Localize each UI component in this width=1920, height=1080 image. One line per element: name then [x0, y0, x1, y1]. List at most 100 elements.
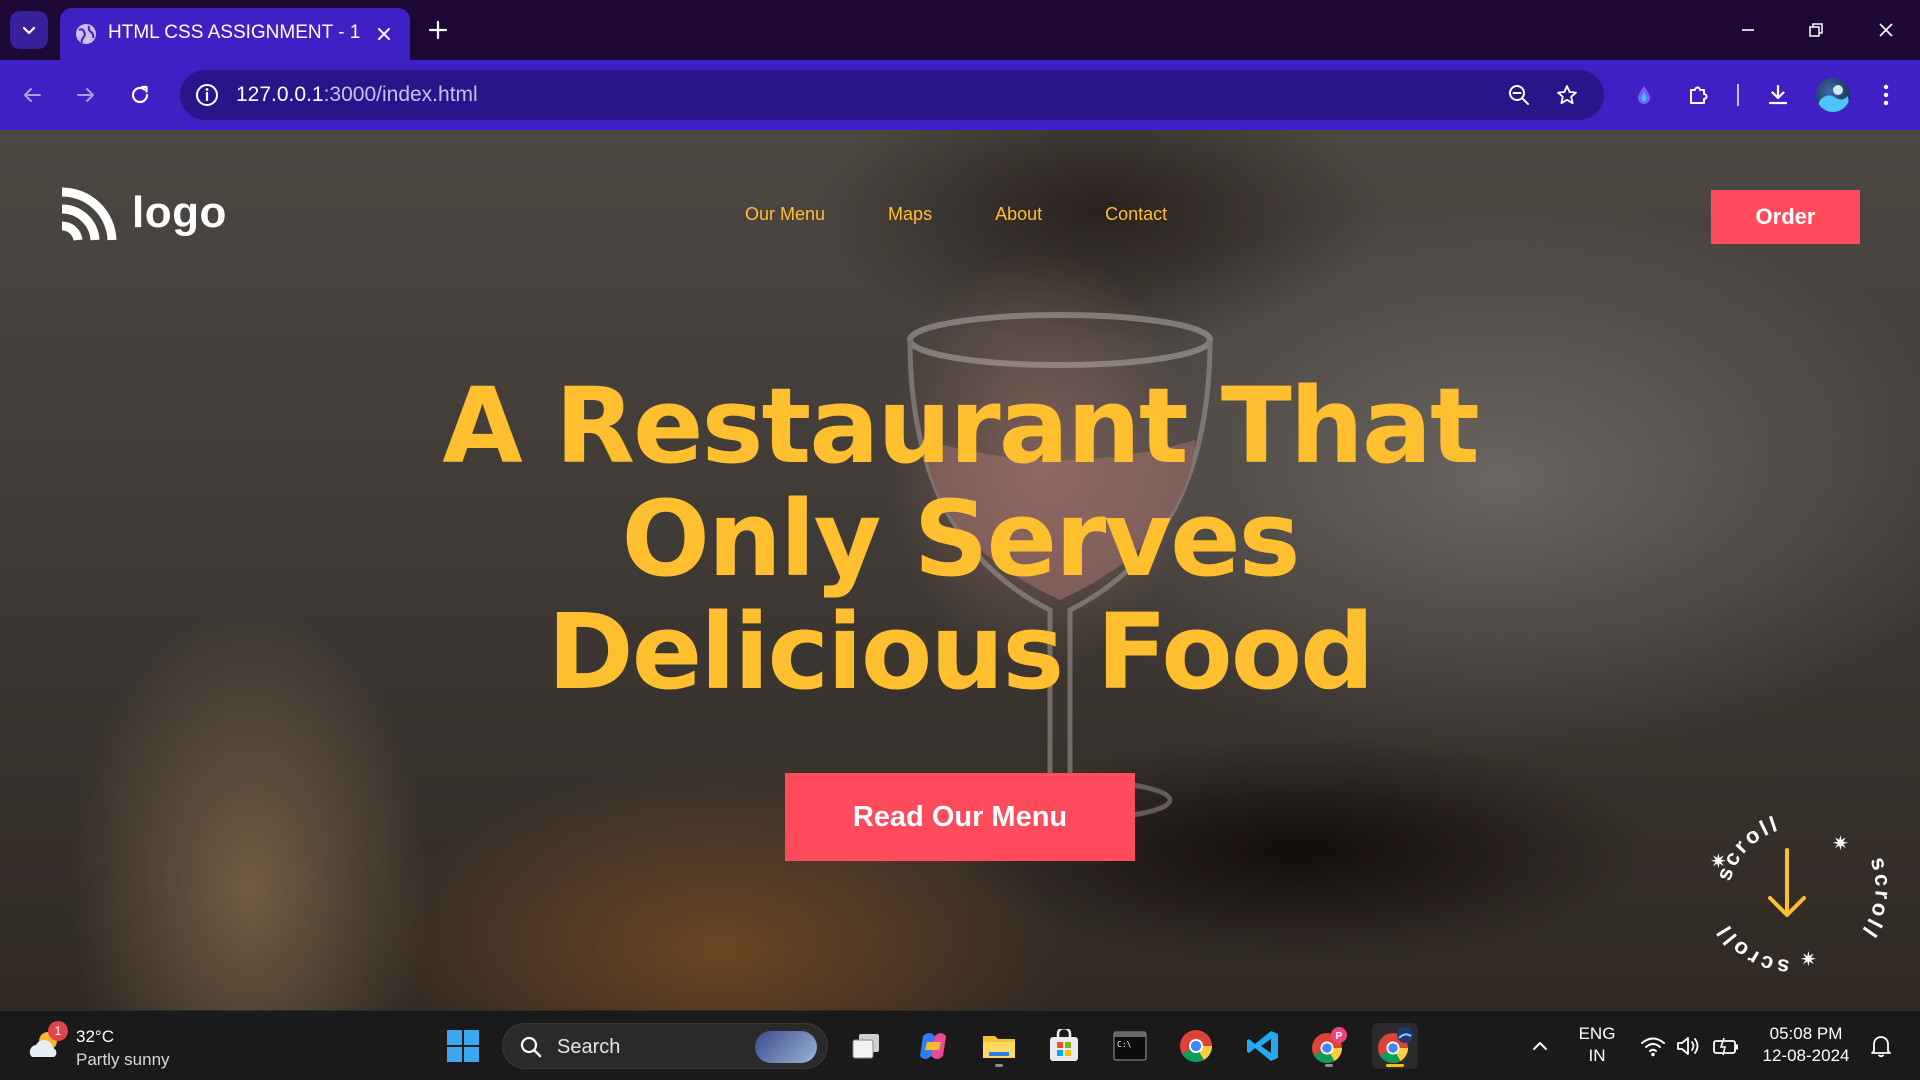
- bell-icon: [1871, 1036, 1891, 1058]
- info-icon[interactable]: [194, 82, 220, 108]
- windows-taskbar: 1 32°C Partly sunny Search C:\ P ENG IN …: [0, 1010, 1920, 1080]
- weather-widget[interactable]: 1 32°C Partly sunny: [26, 1021, 216, 1071]
- extensions-menu-button[interactable]: [1680, 77, 1716, 113]
- url-text: 127.0.0.1:3000/index.html: [236, 83, 478, 107]
- more-vertical-icon: [1883, 84, 1889, 106]
- browser-menu-button[interactable]: [1868, 77, 1904, 113]
- url-host: 127.0.0.1: [236, 83, 324, 106]
- browser-toolbar: 127.0.0.1:3000/index.html: [0, 60, 1920, 130]
- file-explorer-button[interactable]: [976, 1023, 1022, 1069]
- folder-icon: [983, 1036, 1015, 1058]
- language-indicator[interactable]: ENG IN: [1572, 1011, 1622, 1080]
- restore-button[interactable]: [1792, 10, 1840, 50]
- headline-line-3: Delicious Food: [547, 591, 1374, 713]
- star-icon: [1557, 85, 1577, 105]
- tab-search-button[interactable]: [10, 11, 48, 49]
- browser-tab[interactable]: HTML CSS ASSIGNMENT - 1: [60, 8, 410, 60]
- terminal-button[interactable]: C:\: [1107, 1023, 1153, 1069]
- arrow-down-icon: [1768, 848, 1806, 917]
- minimize-button[interactable]: [1724, 10, 1772, 50]
- extension-button[interactable]: [1626, 77, 1662, 113]
- browser-tabstrip: HTML CSS ASSIGNMENT - 1: [0, 0, 1920, 60]
- chrome-profile-icon: P: [1312, 1027, 1347, 1064]
- clock-date: 12-08-2024: [1762, 1046, 1850, 1065]
- forward-button[interactable]: [68, 77, 104, 113]
- clock-time: 05:08 PM: [1769, 1024, 1843, 1043]
- headline-line-1: A Restaurant That: [442, 365, 1479, 487]
- weather-desc: Partly sunny: [76, 1050, 170, 1069]
- terminal-icon: C:\: [1113, 1031, 1147, 1061]
- logo-text: logo: [132, 188, 227, 237]
- arrow-right-icon: [77, 88, 94, 102]
- headline-line-2: Only Serves: [621, 478, 1300, 600]
- scroll-indicator[interactable]: scroll scroll scroll ✷✷✷: [1690, 790, 1890, 990]
- zoom-out-icon: [1509, 85, 1529, 105]
- clock[interactable]: 05:08 PM 12-08-2024: [1756, 1011, 1856, 1080]
- scroll-text-right: scroll: [1856, 854, 1890, 944]
- notifications-button[interactable]: [1866, 1011, 1896, 1080]
- bookmark-button[interactable]: [1552, 80, 1582, 110]
- restore-icon: [1809, 23, 1823, 37]
- svg-text:✷: ✷: [1800, 947, 1817, 971]
- chevron-up-icon: [1533, 1042, 1547, 1050]
- running-indicator: [995, 1064, 1003, 1067]
- download-icon: [1768, 84, 1788, 105]
- chrome-button[interactable]: [1173, 1023, 1219, 1069]
- svg-text:✷: ✷: [1832, 831, 1849, 855]
- minimize-icon: [1742, 29, 1754, 31]
- drop-extension-icon: [1638, 86, 1650, 104]
- task-view-button[interactable]: [843, 1023, 889, 1069]
- new-tab-button[interactable]: [422, 14, 454, 46]
- show-hidden-icons-button[interactable]: [1526, 1011, 1556, 1080]
- svg-text:P: P: [1336, 1031, 1343, 1042]
- chevron-down-icon: [22, 26, 36, 35]
- avatar-icon: [1816, 85, 1850, 112]
- language-line-1: ENG: [1578, 1024, 1616, 1043]
- search-highlight-image: [755, 1031, 817, 1063]
- taskbar-search[interactable]: Search: [502, 1023, 828, 1069]
- search-placeholder: Search: [557, 1036, 621, 1058]
- puzzle-icon: [1690, 86, 1708, 104]
- nav-link-our-menu[interactable]: Our Menu: [745, 204, 825, 225]
- nav-link-about[interactable]: About: [995, 204, 1042, 225]
- store-icon: [1050, 1029, 1078, 1061]
- running-indicator: [1325, 1064, 1333, 1067]
- arrow-left-icon: [24, 88, 41, 102]
- main-nav: Our Menu Maps About Contact: [745, 204, 1167, 225]
- chrome-profile-button[interactable]: P: [1306, 1023, 1352, 1069]
- nav-link-maps[interactable]: Maps: [888, 204, 932, 225]
- tab-title: HTML CSS ASSIGNMENT - 1: [108, 22, 361, 43]
- reload-icon: [131, 85, 149, 104]
- microsoft-store-button[interactable]: [1041, 1023, 1087, 1069]
- close-icon: [1879, 23, 1893, 37]
- hero-headline: A Restaurant That Only Serves Delicious …: [260, 370, 1660, 709]
- reload-button[interactable]: [122, 77, 158, 113]
- plus-icon: [428, 20, 448, 40]
- toolbar-separator: [1737, 84, 1739, 106]
- chrome-dev-icon: [1378, 1027, 1413, 1064]
- vscode-button[interactable]: [1240, 1023, 1286, 1069]
- scroll-text-left: scroll: [1710, 919, 1790, 980]
- close-icon: [378, 28, 390, 40]
- site-logo[interactable]: logo: [58, 184, 238, 248]
- windows-icon: [447, 1030, 479, 1062]
- start-button[interactable]: [440, 1023, 486, 1069]
- nav-link-contact[interactable]: Contact: [1105, 204, 1167, 225]
- language-line-2: IN: [1588, 1046, 1606, 1065]
- address-bar[interactable]: 127.0.0.1:3000/index.html: [180, 70, 1604, 120]
- zoom-button[interactable]: [1504, 80, 1534, 110]
- quick-settings-button[interactable]: [1636, 1011, 1740, 1080]
- svg-text:✷: ✷: [1710, 849, 1727, 873]
- back-button[interactable]: [14, 77, 50, 113]
- svg-text:C:\: C:\: [1117, 1040, 1132, 1049]
- tab-close-button[interactable]: [370, 20, 398, 48]
- close-window-button[interactable]: [1862, 10, 1910, 50]
- copilot-button[interactable]: [910, 1023, 956, 1069]
- profile-avatar[interactable]: [1816, 78, 1850, 112]
- battery-icon: [1713, 1037, 1738, 1056]
- weather-temp: 32°C: [76, 1027, 114, 1046]
- chrome-active-button[interactable]: [1372, 1023, 1418, 1069]
- read-our-menu-button[interactable]: Read Our Menu: [785, 773, 1135, 861]
- downloads-button[interactable]: [1760, 77, 1796, 113]
- order-button[interactable]: Order: [1711, 190, 1860, 244]
